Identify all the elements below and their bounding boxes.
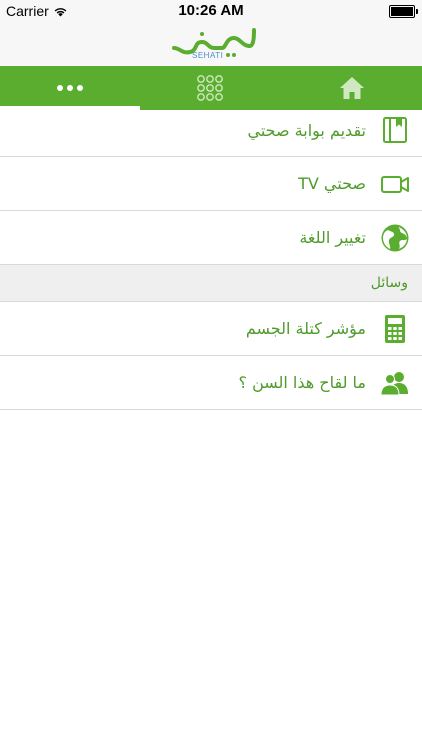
menu-item-sehati-portal[interactable]: تقديم بوابة صحتي — [0, 110, 422, 157]
menu-list: تقديم بوابة صحتي صحتي TV تغيير اللغة وسا… — [0, 110, 422, 410]
status-bar: Carrier 10:26 AM — [0, 0, 422, 22]
status-time: 10:26 AM — [178, 2, 244, 19]
tab-home[interactable] — [282, 66, 422, 110]
logo-subtext: SEHATI — [192, 51, 224, 60]
calculator-icon — [385, 315, 405, 343]
video-camera-icon — [381, 176, 409, 193]
menu-item-sehati-tv[interactable]: صحتي TV — [0, 157, 422, 211]
menu-item-bmi[interactable]: مؤشر كتلة الجسم — [0, 302, 422, 356]
menu-item-label: مؤشر كتلة الجسم — [245, 319, 366, 338]
globe-icon — [381, 224, 409, 252]
section-title: وسائل — [370, 275, 408, 291]
battery-icon — [389, 5, 418, 18]
grid-icon — [197, 75, 223, 101]
menu-item-label: تقديم بوابة صحتي — [247, 121, 367, 140]
tab-grid[interactable] — [140, 66, 280, 110]
tab-more[interactable] — [0, 66, 140, 110]
app-header: SEHATI — [0, 22, 422, 66]
menu-item-vaccine-by-age[interactable]: ما لقاح هذا السن ؟ — [0, 356, 422, 410]
tab-bar — [0, 66, 422, 110]
section-header-tools: وسائل — [0, 265, 422, 302]
menu-item-label: صحتي TV — [298, 174, 366, 193]
home-icon — [340, 77, 364, 99]
book-icon — [383, 117, 407, 143]
menu-item-change-language[interactable]: تغيير اللغة — [0, 211, 422, 265]
menu-item-label: تغيير اللغة — [299, 228, 366, 247]
people-icon — [380, 372, 408, 396]
menu-item-label: ما لقاح هذا السن ؟ — [238, 373, 366, 392]
more-dots-icon — [57, 85, 83, 91]
